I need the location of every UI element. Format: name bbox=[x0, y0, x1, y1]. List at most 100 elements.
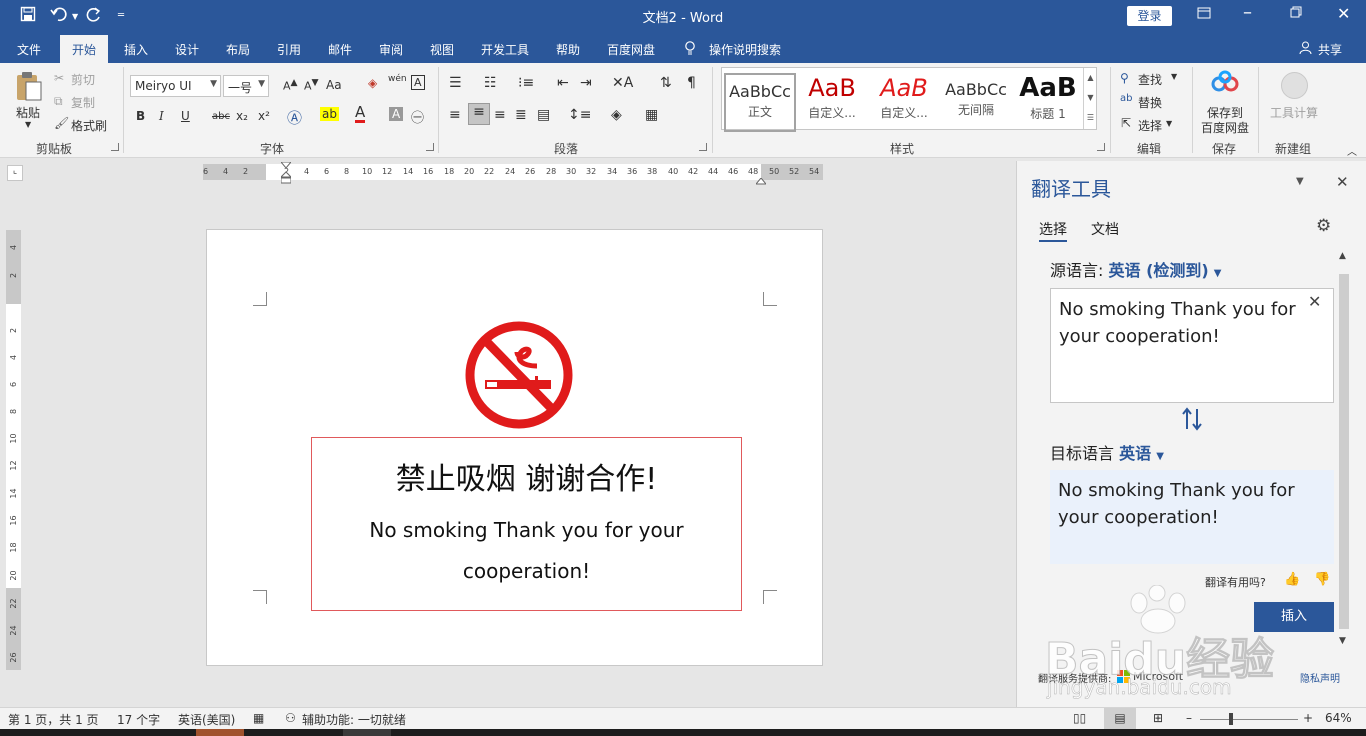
macro-record-icon[interactable]: ▦ bbox=[253, 711, 264, 725]
font-color-icon[interactable]: A bbox=[355, 105, 366, 123]
zoom-level[interactable]: 64% bbox=[1325, 711, 1352, 725]
numbering-icon[interactable]: ☷ bbox=[484, 75, 497, 91]
search-icon[interactable]: ⚲ bbox=[1120, 71, 1129, 85]
clear-text-icon[interactable]: ✕ bbox=[1308, 292, 1321, 311]
replace-button[interactable]: 替换 bbox=[1138, 94, 1162, 111]
baidu-netdisk-icon[interactable] bbox=[1211, 70, 1239, 97]
change-case-button[interactable]: Aa bbox=[326, 78, 342, 92]
select-button[interactable]: 选择 bbox=[1138, 117, 1162, 134]
font-launcher-icon[interactable] bbox=[426, 143, 434, 151]
copy-button[interactable]: 复制 bbox=[71, 94, 95, 111]
print-layout-icon[interactable]: ▤ bbox=[1104, 708, 1136, 729]
tell-me-search[interactable]: 操作说明搜索 bbox=[709, 41, 781, 58]
vertical-ruler[interactable]: 4 2 2 4 6 8 10 12 14 16 18 20 22 24 26 bbox=[6, 230, 21, 670]
clear-format-icon[interactable]: ◈ bbox=[368, 76, 377, 90]
shading-icon[interactable]: ◈ bbox=[611, 107, 622, 123]
scroll-down-icon[interactable]: ▼ bbox=[1339, 636, 1346, 646]
tab-document[interactable]: 文档 bbox=[1091, 219, 1119, 239]
highlight-icon[interactable]: ab bbox=[320, 107, 339, 121]
tab-design[interactable]: 设计 bbox=[175, 41, 199, 58]
style-no-spacing[interactable]: AaBbCc 无间隔 bbox=[940, 73, 1012, 132]
accessibility-icon[interactable]: ⚇ bbox=[285, 711, 296, 725]
line-spacing-icon[interactable]: ↕≡ bbox=[568, 107, 591, 123]
pane-options-icon[interactable]: ▼ bbox=[1296, 176, 1304, 187]
tab-insert[interactable]: 插入 bbox=[124, 41, 148, 58]
zoom-out-icon[interactable]: – bbox=[1186, 711, 1192, 725]
tab-select[interactable]: 选择 bbox=[1039, 219, 1067, 242]
chevron-down-icon[interactable]: ▼ bbox=[1171, 72, 1177, 81]
format-painter-icon[interactable]: 🖌 bbox=[54, 116, 69, 130]
tab-references[interactable]: 引用 bbox=[277, 41, 301, 58]
superscript-button[interactable]: x² bbox=[258, 109, 270, 123]
insert-button[interactable]: 插入 bbox=[1254, 602, 1334, 632]
copy-icon[interactable]: ⧉ bbox=[54, 94, 63, 109]
align-center-icon[interactable]: ≡ bbox=[468, 103, 490, 125]
zoom-slider[interactable] bbox=[1200, 719, 1298, 720]
align-left-icon[interactable]: ≡ bbox=[449, 107, 461, 123]
no-smoking-icon[interactable] bbox=[463, 320, 575, 433]
chevron-down-icon[interactable]: ▼ bbox=[1156, 451, 1164, 462]
scroll-up-icon[interactable]: ▲ bbox=[1339, 251, 1346, 261]
horizontal-ruler[interactable]: 6 4 2 2 4 6 8 10 12 14 16 18 20 22 24 26… bbox=[203, 161, 823, 185]
format-painter-button[interactable]: 格式刷 bbox=[71, 117, 107, 134]
paste-button[interactable]: 粘贴 bbox=[16, 104, 40, 121]
sort-icon[interactable]: ⇅ bbox=[660, 75, 672, 91]
close-icon[interactable]: ✕ bbox=[1337, 4, 1350, 23]
style-normal[interactable]: AaBbCc 正文 bbox=[724, 73, 796, 132]
char-border-icon[interactable]: A bbox=[411, 75, 425, 90]
right-indent-marker-icon[interactable] bbox=[754, 174, 768, 185]
borders-icon[interactable]: ▦ bbox=[645, 107, 658, 123]
underline-button[interactable]: U bbox=[181, 109, 190, 123]
chinese-layout-icon[interactable]: ✕A bbox=[612, 75, 633, 91]
align-right-icon[interactable]: ≡ bbox=[494, 107, 506, 123]
restore-icon[interactable] bbox=[1290, 6, 1302, 22]
tab-layout[interactable]: 布局 bbox=[226, 41, 250, 58]
grow-font-icon[interactable]: A▲ bbox=[283, 77, 298, 93]
web-layout-icon[interactable]: ⊞ bbox=[1153, 711, 1163, 725]
language-indicator[interactable]: 英语(美国) bbox=[178, 711, 235, 728]
pane-scrollbar[interactable]: ▲ ▼ bbox=[1337, 251, 1351, 651]
tab-help[interactable]: 帮助 bbox=[556, 41, 580, 58]
taskbar-active-app[interactable] bbox=[196, 729, 244, 736]
paragraph-launcher-icon[interactable] bbox=[699, 143, 707, 151]
style-custom-1[interactable]: AaB 自定义... bbox=[796, 73, 868, 132]
subscript-button[interactable]: x₂ bbox=[236, 109, 248, 123]
scroll-thumb[interactable] bbox=[1339, 274, 1349, 629]
thumbs-up-icon[interactable]: 👍 bbox=[1284, 572, 1300, 587]
font-size-combo[interactable]: 一号 ▼ bbox=[223, 75, 269, 97]
tool-calc-button[interactable]: 工具计算 bbox=[1270, 104, 1318, 121]
accessibility-status[interactable]: 辅助功能: 一切就绪 bbox=[302, 711, 406, 728]
thumbs-down-icon[interactable]: 👎 bbox=[1314, 572, 1330, 587]
chinese-notice-text[interactable]: 禁止吸烟 谢谢合作! bbox=[312, 454, 741, 498]
font-family-combo[interactable]: Meiryo UI ▼ bbox=[130, 75, 221, 97]
paste-dropdown-icon[interactable]: ▼ bbox=[25, 120, 31, 129]
scissors-icon[interactable]: ✂ bbox=[54, 71, 64, 85]
target-language-select[interactable]: 英语 bbox=[1119, 444, 1151, 463]
settings-gear-icon[interactable]: ⚙ bbox=[1316, 216, 1331, 236]
replace-icon[interactable]: ab bbox=[1120, 93, 1132, 104]
taskbar-app[interactable] bbox=[343, 729, 391, 736]
privacy-link[interactable]: 隐私声明 bbox=[1300, 670, 1340, 685]
cut-button[interactable]: 剪切 bbox=[71, 71, 95, 88]
english-notice-line2[interactable]: cooperation! bbox=[312, 559, 741, 583]
indent-marker-icon[interactable] bbox=[279, 161, 293, 184]
document-page[interactable]: 禁止吸烟 谢谢合作! No smoking Thank you for your… bbox=[206, 229, 823, 666]
cursor-icon[interactable]: ⇱ bbox=[1121, 116, 1131, 130]
zoom-in-icon[interactable]: + bbox=[1303, 711, 1313, 725]
paste-icon[interactable] bbox=[14, 70, 44, 105]
char-shading-icon[interactable]: A bbox=[389, 107, 404, 121]
text-effects-icon[interactable]: Ⓐ bbox=[287, 107, 302, 128]
phonetic-guide-button[interactable]: wén bbox=[388, 74, 407, 84]
source-language-select[interactable]: 英语 (检测到) bbox=[1109, 261, 1209, 280]
calculator-tool-icon[interactable] bbox=[1281, 72, 1308, 99]
english-notice-line1[interactable]: No smoking Thank you for your bbox=[312, 518, 741, 542]
source-text-box[interactable]: No smoking Thank you for your cooperatio… bbox=[1050, 288, 1334, 403]
tab-review[interactable]: 审阅 bbox=[379, 41, 403, 58]
increase-indent-icon[interactable]: ⇥ bbox=[580, 75, 592, 91]
clipboard-launcher-icon[interactable] bbox=[111, 143, 119, 151]
shrink-font-icon[interactable]: A▼ bbox=[304, 77, 319, 93]
styles-launcher-icon[interactable] bbox=[1097, 143, 1105, 151]
text-box[interactable]: 禁止吸烟 谢谢合作! No smoking Thank you for your… bbox=[311, 437, 742, 611]
tab-baidu-netdisk[interactable]: 百度网盘 bbox=[607, 41, 655, 58]
enclose-char-icon[interactable]: ㊀ bbox=[411, 107, 424, 126]
